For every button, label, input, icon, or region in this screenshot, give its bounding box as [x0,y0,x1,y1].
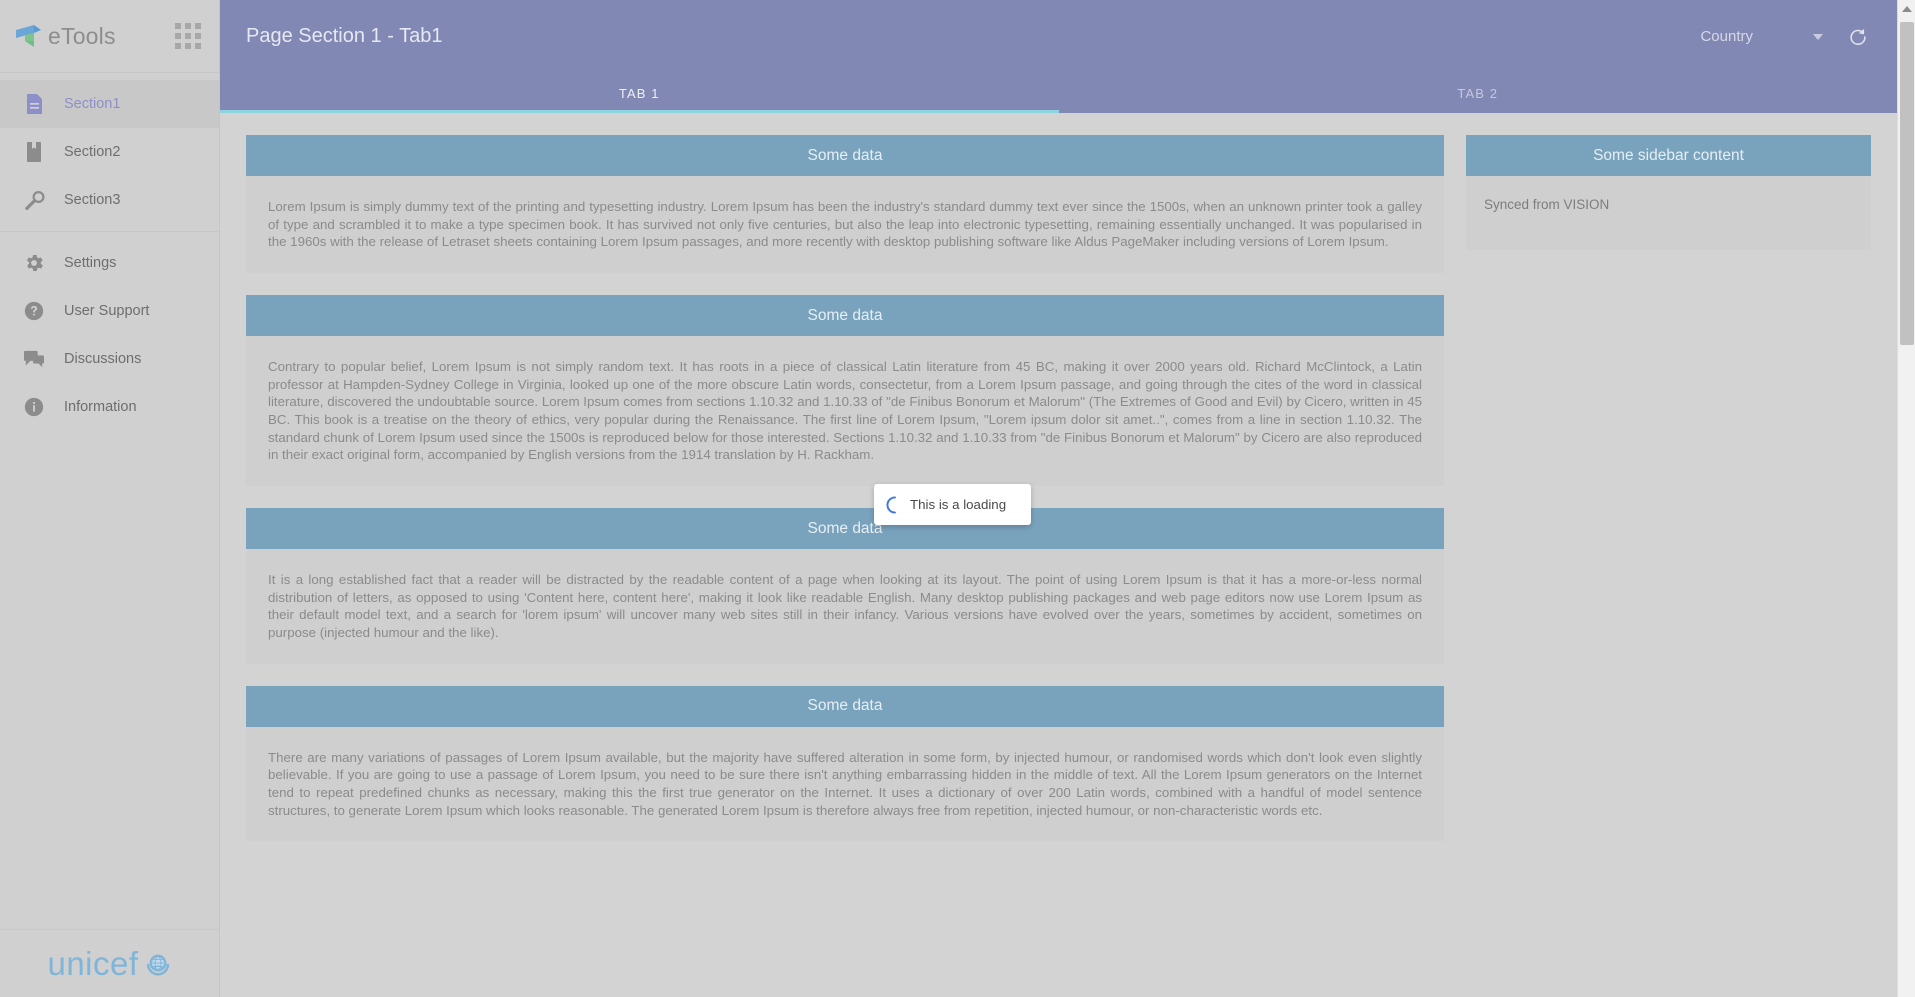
tab-tab2[interactable]: TAB 2 [1059,73,1898,113]
data-card: Some data There are many variations of p… [246,685,1444,842]
card-title: Some data [246,135,1444,176]
spinner-icon [886,495,896,514]
brand-name: eTools [48,22,116,49]
wrench-icon [12,189,56,211]
app-header: Page Section 1 - Tab1 Country TAB 1 TAB … [220,0,1897,113]
sidebar-item-label: Discussions [64,351,142,367]
chat-icon [12,349,56,369]
sidebar-item-label: Section3 [64,192,121,208]
page-title: Page Section 1 - Tab1 [246,25,443,47]
card-body: Lorem Ipsum is simply dummy text of the … [268,199,1422,250]
refresh-icon [1850,28,1866,45]
unicef-globe-icon [146,954,169,976]
app-root: eTools Section1 Section2 Section3 Settin… [0,0,1915,997]
card-title: Some data [246,508,1444,550]
tab-tab1[interactable]: TAB 1 [220,73,1059,113]
document-icon [12,93,56,115]
content-column: Some data Lorem Ipsum is simply dummy te… [246,135,1444,997]
sidebar-item-user-support[interactable]: User Support [0,287,219,335]
brand-logo[interactable]: eTools [14,22,116,50]
apps-grid-icon[interactable] [175,23,201,49]
refresh-button[interactable] [1839,22,1877,52]
scroll-up-arrow-icon[interactable] [1898,0,1915,18]
sidebar-panel-title: Some sidebar content [1466,135,1871,176]
help-circle-icon [12,300,56,322]
info-circle-icon [12,396,56,418]
data-card: Some data Lorem Ipsum is simply dummy te… [246,135,1444,274]
sidebar-item-section1[interactable]: Section1 [0,80,219,128]
loading-dialog: This is a loading [874,484,1031,525]
unicef-logo: unicef [0,929,220,997]
sidebar-item-section2[interactable]: Section2 [0,128,219,176]
card-body: Contrary to popular belief, Lorem Ipsum … [268,359,1422,463]
sidebar-item-label: Information [64,399,137,415]
sidebar-nav-primary: Section1 Section2 Section3 [0,73,219,231]
sidebar: eTools Section1 Section2 Section3 Settin… [0,0,220,997]
sidebar-item-discussions[interactable]: Discussions [0,335,219,383]
sidebar-item-label: User Support [64,303,150,319]
card-body: There are many variations of passages of… [268,749,1422,818]
gear-icon [12,252,56,274]
sidebar-panel-body: Synced from VISION [1484,197,1610,212]
unicef-wordmark: unicef [47,944,139,982]
etools-logo-icon [16,25,41,47]
scrollbar-thumb[interactable] [1900,22,1914,345]
card-title: Some data [246,685,1444,727]
tab-label: TAB 1 [618,85,660,101]
sidebar-item-label: Section2 [64,144,121,160]
chevron-down-icon [1813,33,1823,40]
main-content: Some data Lorem Ipsum is simply dummy te… [220,113,1897,997]
data-card: Some data It is a long established fact … [246,508,1444,664]
card-body: It is a long established fact that a rea… [268,572,1422,641]
vertical-scrollbar[interactable] [1897,0,1915,997]
card-title: Some data [246,295,1444,337]
sidebar-item-label: Settings [64,255,117,271]
header-top-row: Page Section 1 - Tab1 Country [220,0,1897,73]
sidebar-item-section3[interactable]: Section3 [0,176,219,224]
sidebar-item-settings[interactable]: Settings [0,239,219,287]
tab-bar: TAB 1 TAB 2 [220,73,1897,113]
loading-dialog-text: This is a loading [910,497,1007,512]
sidebar-panel-column: Some sidebar content Synced from VISION [1466,135,1871,997]
header-actions: Country [1694,22,1877,52]
brand-bar: eTools [0,0,219,73]
sidebar-item-information[interactable]: Information [0,383,219,431]
data-card: Some data Contrary to popular belief, Lo… [246,295,1444,487]
book-icon [12,141,56,163]
country-dropdown[interactable]: Country [1694,24,1829,49]
sidebar-nav-secondary: Settings User Support Discussions Inform… [0,232,219,438]
sidebar-item-label: Section1 [64,96,121,112]
tab-label: TAB 2 [1457,85,1499,101]
sidebar-panel-card: Some sidebar content Synced from VISION [1466,135,1871,250]
country-dropdown-value: Country [1700,28,1753,45]
